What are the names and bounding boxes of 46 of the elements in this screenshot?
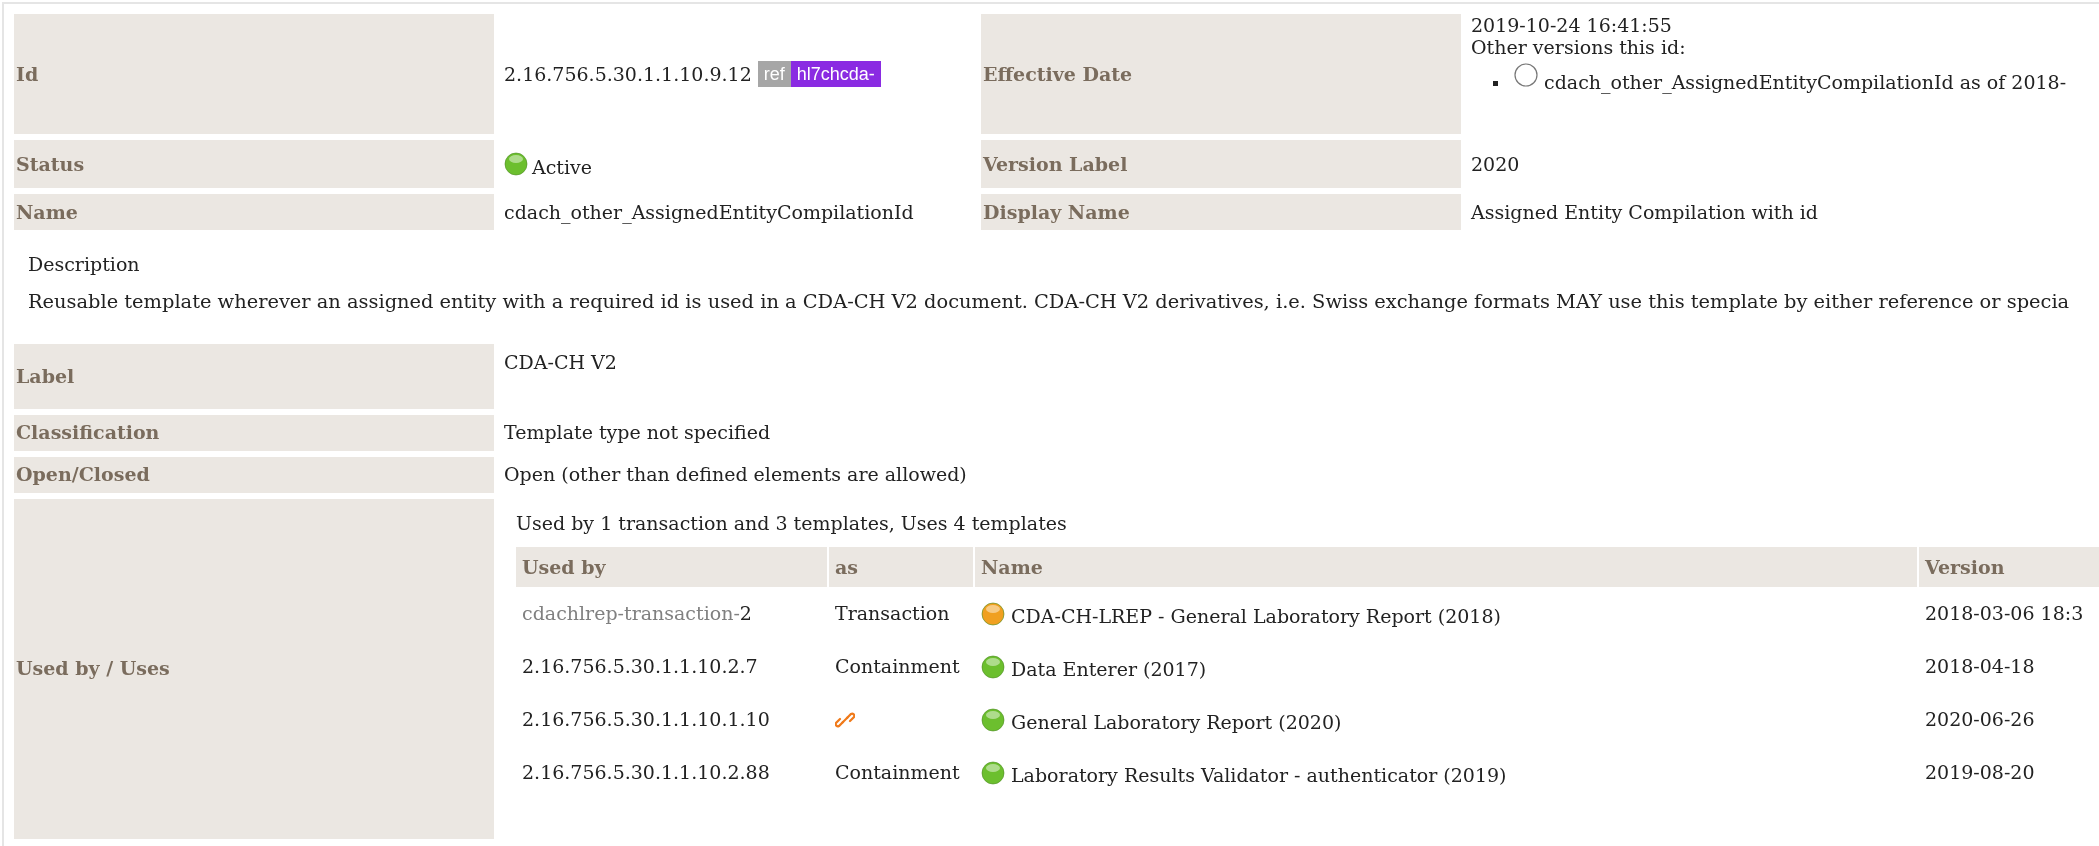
effective-date: 2019-10-24 16:41:55 (1471, 14, 1672, 36)
field-label: Name (14, 194, 494, 230)
id-value: 2.16.756.5.30.1.1.10.9.12 (504, 61, 752, 87)
template-link[interactable]: Laboratory Results Validator - authenticator (2019) (1011, 761, 1507, 790)
column-header: as (829, 547, 973, 588)
field-value: cdach_other_AssignedEntityCompilationId (504, 199, 914, 226)
field-value: Open (other than defined elements are allowed) (504, 462, 967, 488)
usage-summary: Used by 1 transaction and 3 templates, Uses 4 templates (516, 510, 1068, 536)
field-label: Label (14, 343, 494, 409)
section-title: Description (28, 252, 141, 277)
usage-type: Containment (835, 760, 960, 786)
usage-type: Containment (835, 654, 960, 680)
template-id: 2.16.756.5.30.1.1.10.2.7 (522, 654, 758, 680)
field-value: Template type not specified (504, 420, 771, 446)
field-label: Version Label (981, 140, 1461, 188)
template-link[interactable]: CDA-CH-LREP - General Laboratory Report (2018) (1011, 602, 1501, 631)
version-date: 2018-03-06 18:3 (1925, 601, 2084, 627)
field-label: Used by / Uses (14, 498, 494, 839)
transaction-link[interactable]: cdachlrep-transaction-2 (522, 599, 752, 628)
version-link[interactable]: cdach_other_AssignedEntityCompilationId as of 2018- (1544, 68, 2067, 97)
field-value: Assigned Entity Compilation with id (1471, 199, 1818, 225)
field-label: Id (14, 14, 494, 134)
field-value: CDA-CH V2 (504, 349, 617, 375)
version-date: 2020-06-26 (1925, 707, 2035, 733)
field-label: Display Name (981, 194, 1461, 230)
field-value: 2020 (1471, 151, 1520, 177)
column-header: Version (1919, 547, 2099, 588)
template-id: 2.16.756.5.30.1.1.10.1.10 (522, 707, 770, 733)
field-label: Open/Closed (14, 456, 494, 493)
usage-type: Transaction (835, 601, 950, 627)
version-date: 2019-08-20 (1925, 760, 2035, 786)
template-id: 2.16.756.5.30.1.1.10.2.88 (522, 760, 770, 786)
status-value: Active (532, 154, 593, 180)
version-date: 2018-04-18 (1925, 654, 2035, 680)
bullet-icon (1493, 80, 1498, 86)
column-header: Used by (516, 547, 827, 588)
prefix-tag: hl7chcda- (790, 61, 881, 87)
field-label: Status (14, 140, 494, 188)
template-link[interactable]: Data Enterer (2017) (1011, 655, 1207, 684)
field-label: Classification (14, 414, 494, 451)
description-text: Reusable template wherever an assigned entity with a required id is used in a CDA-CH V2 document. CDA-CH V2 derivatives, i.e. Swiss exchange formats MAY use this template by either reference or specia (28, 288, 2071, 315)
ref-tag: ref (757, 61, 791, 87)
field-label: Effective Date (981, 14, 1461, 134)
versions-caption: Other versions this id: (1471, 36, 1686, 58)
template-link[interactable]: General Laboratory Report (2020) (1011, 708, 1342, 737)
column-header: Name (975, 547, 1917, 588)
